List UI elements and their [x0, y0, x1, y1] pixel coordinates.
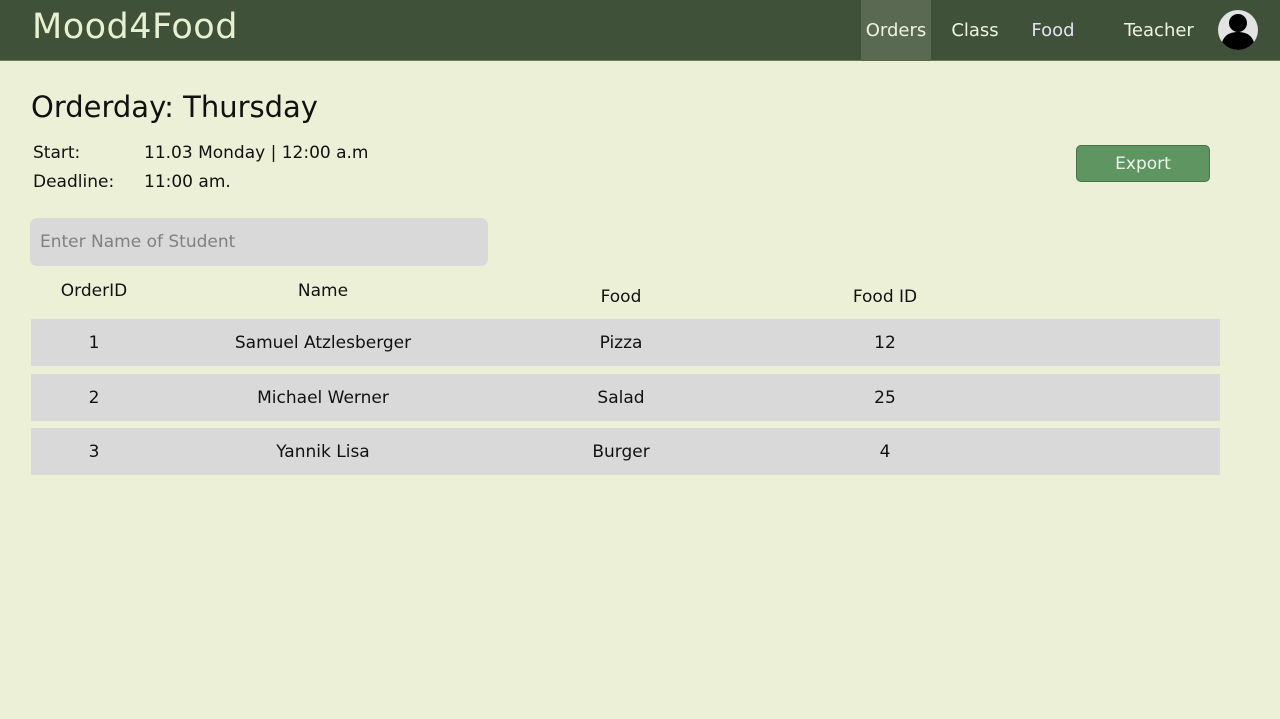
cell-order-id: 1	[88, 332, 100, 353]
cell-food-id: 25	[874, 387, 896, 408]
cell-name: Samuel Atzlesberger	[234, 332, 412, 353]
cell-food: Salad	[597, 387, 645, 408]
table-row[interactable]: 1 Samuel Atzlesberger Pizza 12	[31, 319, 1220, 366]
nav-item-orders[interactable]: Orders	[861, 0, 931, 61]
nav-item-food[interactable]: Food	[1020, 0, 1086, 61]
student-search-input[interactable]	[30, 218, 488, 266]
cell-food-id: 4	[879, 441, 891, 462]
start-label: Start:	[33, 143, 81, 163]
deadline-value: 11:00 am.	[144, 172, 231, 192]
column-header-food: Food	[600, 287, 642, 307]
cell-name: Yannik Lisa	[276, 441, 370, 462]
column-header-food-id: Food ID	[852, 287, 918, 307]
table-row[interactable]: 2 Michael Werner Salad 25	[31, 374, 1220, 421]
deadline-label: Deadline:	[33, 172, 115, 192]
table-row[interactable]: 3 Yannik Lisa Burger 4	[31, 428, 1220, 475]
cell-name: Michael Werner	[257, 387, 389, 408]
user-icon[interactable]	[1218, 10, 1258, 50]
nav-item-class[interactable]: Class	[942, 0, 1008, 61]
start-value: 11.03 Monday | 12:00 a.m	[144, 143, 369, 163]
export-button[interactable]: Export	[1076, 145, 1210, 182]
brand-logo-text[interactable]: Mood4Food	[32, 7, 238, 47]
cell-order-id: 3	[88, 441, 100, 462]
cell-food-id: 12	[874, 332, 896, 353]
cell-food: Pizza	[599, 332, 643, 353]
top-navbar: Mood4Food Orders Class Food Teacher	[0, 0, 1280, 61]
page-title: Orderday: Thursday	[31, 90, 318, 124]
user-role-label[interactable]: Teacher	[1124, 0, 1194, 61]
cell-order-id: 2	[88, 387, 100, 408]
column-header-orderid: OrderID	[60, 281, 128, 301]
cell-food: Burger	[592, 441, 650, 462]
column-header-name: Name	[297, 281, 349, 301]
